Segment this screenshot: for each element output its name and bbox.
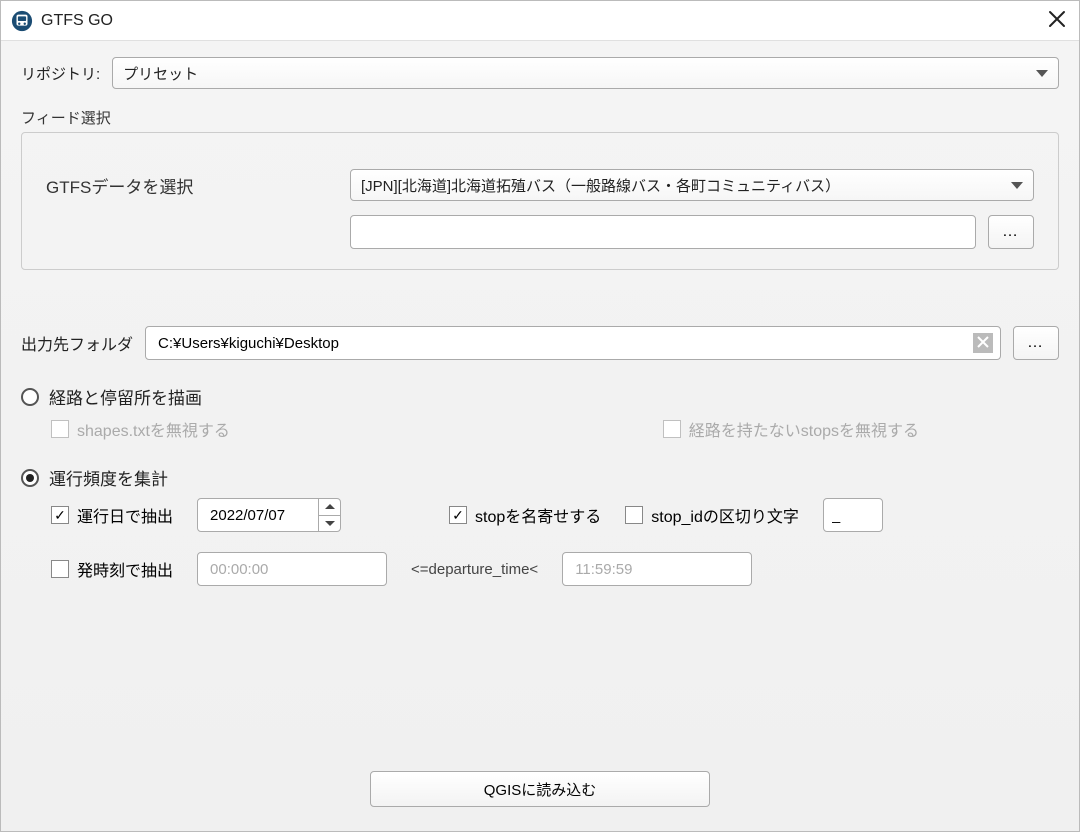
date-value: 2022/07/07 xyxy=(198,499,318,531)
footer: QGISに読み込む xyxy=(21,765,1059,819)
gtfs-data-selected: [JPN][北海道]北海道拓殖バス（一般路線バス・各町コミュニティバス） xyxy=(361,175,840,196)
time-start-field[interactable]: 00:00:00 xyxy=(197,552,387,586)
app-icon xyxy=(11,10,33,32)
check-ignore-stops[interactable]: 経路を持たないstopsを無視する xyxy=(663,417,919,441)
checkbox-icon xyxy=(663,420,681,438)
load-qgis-button[interactable]: QGISに読み込む xyxy=(370,771,710,807)
radio-icon xyxy=(21,469,39,487)
gtfs-select-label: GTFSデータを選択 xyxy=(46,173,326,198)
draw-sub-options: shapes.txtを無視する 経路を持たないstopsを無視する xyxy=(21,417,1059,441)
repository-label: リポジトリ: xyxy=(21,63,100,84)
check-ignore-shapes-label: shapes.txtを無視する xyxy=(77,417,230,441)
check-merge-stops-label: stopを名寄せする xyxy=(475,503,601,527)
checkbox-icon xyxy=(51,420,69,438)
chevron-down-icon xyxy=(1011,182,1023,189)
check-stopid-sep-label: stop_idの区切り文字 xyxy=(651,503,799,527)
check-by-time-label: 発時刻で抽出 xyxy=(77,557,173,581)
repository-selected: プリセット xyxy=(123,63,198,84)
output-folder-label: 出力先フォルダ xyxy=(21,331,133,355)
freq-line-1: 運行日で抽出 2022/07/07 stopを名寄せする xyxy=(51,498,1059,532)
radio-draw-routes-stops[interactable]: 経路と停留所を描画 xyxy=(21,384,1059,409)
ellipsis-icon: … xyxy=(1002,223,1020,241)
output-row: 出力先フォルダ … xyxy=(21,326,1059,360)
check-stopid-sep[interactable]: stop_idの区切り文字 xyxy=(625,503,799,527)
close-icon xyxy=(1048,10,1066,31)
repository-combo[interactable]: プリセット xyxy=(112,57,1059,89)
checkbox-icon xyxy=(51,560,69,578)
check-by-time[interactable]: 発時刻で抽出 xyxy=(51,557,173,581)
date-spin-buttons xyxy=(318,499,340,531)
load-qgis-label: QGISに読み込む xyxy=(484,779,597,800)
time-end-field[interactable]: 11:59:59 xyxy=(562,552,752,586)
gtfs-path-input[interactable] xyxy=(361,223,965,242)
radio-aggregate-freq[interactable]: 運行頻度を集計 xyxy=(21,465,1059,490)
date-spin-up[interactable] xyxy=(319,499,340,516)
freq-options: 運行日で抽出 2022/07/07 stopを名寄せする xyxy=(21,498,1059,586)
feed-groupbox: GTFSデータを選択 [JPN][北海道]北海道拓殖バス（一般路線バス・各町コミ… xyxy=(21,132,1059,270)
date-spin-down[interactable] xyxy=(319,516,340,532)
stopid-sep-input[interactable] xyxy=(823,498,883,532)
titlebar: GTFS GO xyxy=(1,1,1079,41)
radio-freq-label: 運行頻度を集計 xyxy=(49,465,168,490)
mode-draw-block: 経路と停留所を描画 shapes.txtを無視する 経路を持たないstopsを無… xyxy=(21,378,1059,441)
date-spin-field[interactable]: 2022/07/07 xyxy=(197,498,341,532)
output-folder-wrapper xyxy=(145,326,1001,360)
time-end-value: 11:59:59 xyxy=(575,561,632,578)
gtfs-data-combo[interactable]: [JPN][北海道]北海道拓殖バス（一般路線バス・各町コミュニティバス） xyxy=(350,169,1034,201)
radio-icon xyxy=(21,388,39,406)
window-title: GTFS GO xyxy=(41,12,1045,30)
check-ignore-shapes[interactable]: shapes.txtを無視する xyxy=(51,417,230,441)
repository-row: リポジトリ: プリセット xyxy=(21,57,1059,89)
checkbox-icon xyxy=(625,506,643,524)
clear-output-button[interactable] xyxy=(973,333,993,353)
feed-group-label: フィード選択 xyxy=(21,107,1059,128)
close-button[interactable] xyxy=(1045,9,1069,33)
checkbox-icon xyxy=(449,506,467,524)
chevron-up-icon xyxy=(325,504,335,509)
output-browse-button[interactable]: … xyxy=(1013,326,1059,360)
gtfs-path-field[interactable] xyxy=(350,215,976,249)
check-merge-stops[interactable]: stopを名寄せする xyxy=(449,503,601,527)
freq-line-2: 発時刻で抽出 00:00:00 <=departure_time< 11:59:… xyxy=(51,552,1059,586)
check-ignore-stops-label: 経路を持たないstopsを無視する xyxy=(689,417,919,441)
output-folder-input[interactable] xyxy=(156,334,966,353)
mode-freq-block: 運行頻度を集計 運行日で抽出 2022/07/07 xyxy=(21,459,1059,586)
chevron-down-icon xyxy=(1036,70,1048,77)
close-icon xyxy=(977,335,989,351)
checkbox-icon xyxy=(51,506,69,524)
dialog-body: リポジトリ: プリセット フィード選択 GTFSデータを選択 [JPN][北海道… xyxy=(1,41,1079,831)
output-folder-field[interactable] xyxy=(145,326,1001,360)
ellipsis-icon: … xyxy=(1027,334,1045,352)
check-by-date[interactable]: 運行日で抽出 xyxy=(51,503,173,527)
check-by-date-label: 運行日で抽出 xyxy=(77,503,173,527)
feed-group: フィード選択 GTFSデータを選択 [JPN][北海道]北海道拓殖バス（一般路線… xyxy=(21,107,1059,270)
gtfs-browse-button[interactable]: … xyxy=(988,215,1034,249)
dialog-window: GTFS GO リポジトリ: プリセット フィード選択 GTFSデータを選択 xyxy=(0,0,1080,832)
radio-draw-label: 経路と停留所を描画 xyxy=(49,384,202,409)
time-operator-label: <=departure_time< xyxy=(411,561,538,578)
time-start-value: 00:00:00 xyxy=(210,561,268,578)
chevron-down-icon xyxy=(325,521,335,526)
